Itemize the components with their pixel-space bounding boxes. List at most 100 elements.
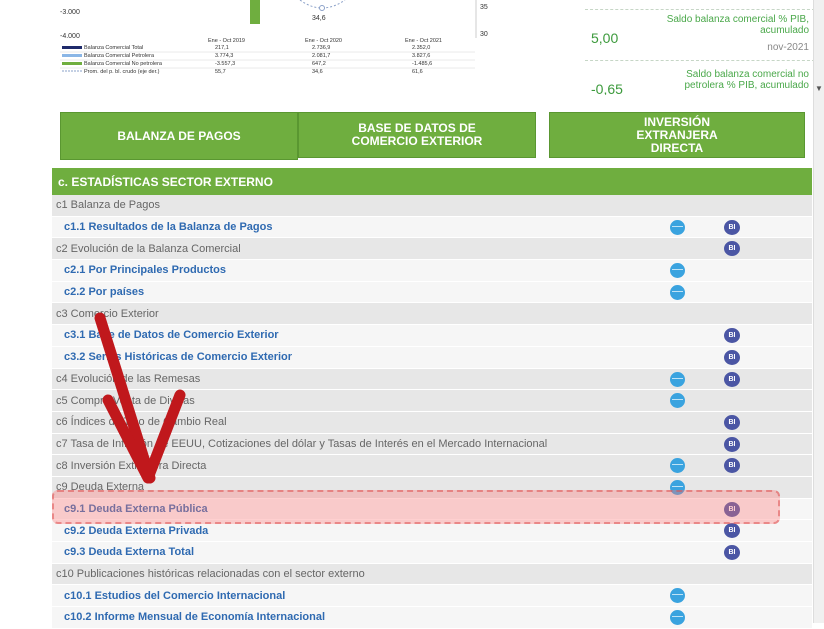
link-row[interactable]: c2.1 Por Principales Productos (52, 260, 812, 282)
bi-icon[interactable]: BI (724, 328, 740, 344)
col-head: Ene - Oct 2019 (208, 38, 245, 44)
kpi-label: Saldo balanza comercial % PIB, acumulado (666, 14, 809, 36)
kpi-panel: 5,00 Saldo balanza comercial % PIB, acum… (585, 0, 815, 95)
col-head: Ene - Oct 2021 (405, 38, 442, 44)
link-row[interactable]: c2.2 Por países (52, 281, 812, 304)
bi-icon[interactable]: BI (724, 371, 740, 387)
category-label: c6 Índices de Tipo de Cambio Real (56, 416, 227, 429)
y-tick: -4.000 (60, 33, 80, 40)
price-label: 34,6 (312, 15, 326, 22)
highlight-box (52, 490, 780, 524)
link-label[interactable]: c9.2 Deuda Externa Privada (64, 525, 208, 537)
kpi-label: Saldo balanza comercial no petrolera % P… (684, 69, 809, 91)
bi-icon[interactable]: BI (724, 523, 740, 539)
link-label[interactable]: c10.2 Informe Mensual de Economía Intern… (64, 611, 325, 623)
estadisticas-sector-externo-panel: c. ESTADÍSTICAS SECTOR EXTERNO c1 Balanz… (52, 168, 812, 629)
balanza-de-pagos-button[interactable]: BALANZA DE PAGOS (60, 112, 298, 160)
cell: 61,6 (412, 69, 423, 75)
bi-icon[interactable]: BI (724, 219, 740, 235)
legend-swatch (62, 54, 82, 57)
bi-icon[interactable]: BI (724, 436, 740, 452)
kpi-value: 5,00 (591, 30, 619, 46)
legend-label: Balanza Comercial No petrolera (84, 61, 163, 67)
legend-swatch (62, 62, 82, 65)
category-row: c3 Comercio Exterior (52, 303, 812, 326)
right-tick: 35 (480, 4, 488, 11)
cell: -3.557,3 (215, 61, 235, 67)
globe-icon[interactable] (670, 458, 685, 474)
link-row[interactable]: c3.2 Series Históricas de Comercio Exter… (52, 346, 812, 369)
cell: 3.774,3 (215, 53, 233, 59)
cell: -1.485,6 (412, 61, 432, 67)
cell: 55,7 (215, 69, 226, 75)
link-row[interactable]: c10.2 Informe Mensual de Economía Intern… (52, 607, 812, 629)
legend-label: Prom. del p. bl. crudo (eje der.) (84, 69, 160, 75)
kpi-card-2: -0,65 Saldo balanza comercial no petrole… (585, 60, 815, 95)
bi-icon[interactable]: BI (724, 414, 740, 430)
scroll-down-arrow-icon[interactable]: ▼ (815, 84, 823, 93)
category-row: c5 Compra Venta de Divisas (52, 390, 812, 412)
category-row: c10 Publicaciones históricas relacionada… (52, 563, 812, 586)
link-label[interactable]: c1.1 Resultados de la Balanza de Pagos (64, 221, 272, 233)
cell: 2.736,9 (312, 45, 330, 51)
inversion-extranjera-directa-button[interactable]: INVERSIÓN EXTRANJERA DIRECTA (549, 112, 805, 158)
globe-icon[interactable] (670, 371, 685, 387)
category-label: c2 Evolución de la Balanza Comercial (56, 242, 241, 255)
price-point (319, 5, 325, 11)
link-label[interactable]: c2.2 Por países (64, 286, 144, 298)
link-label[interactable]: c3.2 Series Históricas de Comercio Exter… (64, 351, 292, 363)
category-label: c8 Inversión Extranjera Directa (56, 459, 207, 472)
kpi-card-1: 5,00 Saldo balanza comercial % PIB, acum… (585, 9, 815, 60)
panel-title: c. ESTADÍSTICAS SECTOR EXTERNO (52, 168, 812, 195)
link-label[interactable]: c10.1 Estudios del Comercio Internaciona… (64, 590, 285, 602)
legend-swatch (62, 46, 82, 49)
right-tick: 30 (480, 31, 488, 38)
category-label: c10 Publicaciones históricas relacionada… (56, 568, 365, 581)
link-label[interactable]: c9.3 Deuda Externa Total (64, 546, 194, 558)
globe-icon[interactable] (670, 393, 685, 409)
base-de-datos-comercio-exterior-button[interactable]: BASE DE DATOS DE COMERCIO EXTERIOR (298, 112, 536, 158)
category-label: c4 Evolución de las Remesas (56, 372, 201, 385)
balanza-chart: -3.000 -4.000 34,6 35 30 Ene - Oct 2019 … (60, 0, 490, 95)
category-label: c3 Comercio Exterior (56, 307, 159, 320)
legend-row-3: Prom. del p. bl. crudo (eje der.) 55,7 3… (62, 69, 423, 75)
legend-row-0: Balanza Comercial Total 217,1 2.736,9 2.… (62, 45, 430, 51)
cell: 217,1 (215, 45, 229, 51)
bi-icon[interactable]: BI (724, 241, 740, 257)
legend-label: Balanza Comercial Petrolera (84, 53, 155, 59)
bi-icon[interactable]: BI (724, 349, 740, 365)
category-label: c7 Tasa de Inflación de EEUU, Cotizacion… (56, 437, 548, 450)
scrollbar[interactable]: ▼ (813, 0, 824, 623)
col-head: Ene - Oct 2020 (305, 38, 342, 44)
globe-icon[interactable] (670, 284, 685, 300)
cell: 2.081,7 (312, 53, 330, 59)
globe-icon[interactable] (670, 588, 685, 604)
link-row[interactable]: c1.1 Resultados de la Balanza de Pagos BI (52, 216, 812, 239)
category-row: c1 Balanza de Pagos (52, 195, 812, 217)
link-label[interactable]: c3.1 Base de Datos de Comercio Exterior (64, 329, 279, 341)
link-row[interactable]: c10.1 Estudios del Comercio Internaciona… (52, 585, 812, 608)
link-row[interactable]: c3.1 Base de Datos de Comercio Exterior B… (52, 325, 812, 347)
bi-icon[interactable]: BI (724, 545, 740, 560)
legend-row-1: Balanza Comercial Petrolera 3.774,3 2.08… (62, 53, 430, 59)
category-row: c2 Evolución de la Balanza Comercial BI (52, 238, 812, 261)
globe-icon[interactable] (670, 263, 685, 279)
category-row: c6 Índices de Tipo de Cambio Real BI (52, 411, 812, 434)
cell: 647,2 (312, 61, 326, 67)
category-row: c4 Evolución de las Remesas BI (52, 368, 812, 391)
link-label[interactable]: c2.1 Por Principales Productos (64, 264, 226, 276)
category-row: c7 Tasa de Inflación de EEUU, Cotizacion… (52, 433, 812, 456)
kpi-date: nov-2021 (767, 42, 809, 53)
y-tick: -3.000 (60, 9, 80, 16)
stats-list: c1 Balanza de Pagos c1.1 Resultados de la… (52, 195, 812, 629)
category-label: c5 Compra Venta de Divisas (56, 394, 195, 407)
link-row[interactable]: c9.3 Deuda Externa Total BI (52, 542, 812, 564)
cell: 3.827,6 (412, 53, 430, 59)
category-row: c8 Inversión Extranjera Directa BI (52, 455, 812, 477)
top-section: -3.000 -4.000 34,6 35 30 Ene - Oct 2019 … (0, 0, 824, 95)
globe-icon[interactable] (670, 219, 685, 235)
cell: 34,6 (312, 69, 323, 75)
category-label: c1 Balanza de Pagos (56, 199, 160, 212)
bi-icon[interactable]: BI (724, 458, 740, 474)
chart-svg: -3.000 -4.000 34,6 35 30 Ene - Oct 2019 … (60, 0, 488, 75)
